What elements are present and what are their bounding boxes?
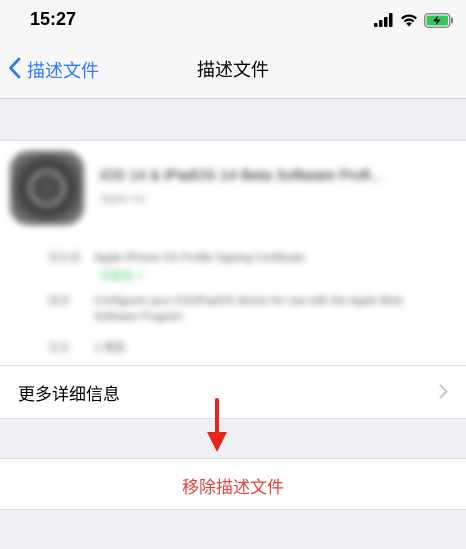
cellular-signal-icon xyxy=(374,13,394,27)
chevron-right-icon xyxy=(439,384,448,403)
profile-summary: iOS 14 & iPadOS 14 Beta Software Profi..… xyxy=(0,141,466,365)
verified-status: 已验证 ✓ xyxy=(100,270,144,282)
detail-row-contains: 包含 1 项目 xyxy=(48,339,125,355)
annotation-arrow-down-icon xyxy=(203,398,231,458)
screen: 15:27 描述文件 描述文件 iOS 14 & iPadOS 14 Beta … xyxy=(0,0,466,549)
profile-name: iOS 14 & iPadOS 14 Beta Software Profi..… xyxy=(100,167,383,184)
status-time: 15:27 xyxy=(30,9,77,29)
detail-value: Apple iPhone OS Profile Signing Certific… xyxy=(94,252,305,264)
more-details-row[interactable]: 更多详细信息 xyxy=(0,365,466,418)
detail-value: Configures your iOS/iPadOS device for us… xyxy=(94,295,403,323)
page-title: 描述文件 xyxy=(197,60,269,81)
wifi-icon xyxy=(400,13,418,27)
detail-row-signed-by: 签名者 Apple iPhone OS Profile Signing Certi… xyxy=(48,249,305,265)
detail-value: 1 项目 xyxy=(94,342,126,354)
profile-settings-icon xyxy=(10,151,84,225)
detail-key: 描述 xyxy=(48,295,70,307)
navigation-bar: 描述文件 描述文件 xyxy=(0,42,466,99)
more-details-label: 更多详细信息 xyxy=(18,385,120,405)
status-bar: 15:27 xyxy=(0,0,466,42)
detail-row-description: 描述 Configures your iOS/iPadOS device for … xyxy=(48,293,428,325)
status-icons xyxy=(368,11,454,29)
profile-card: iOS 14 & iPadOS 14 Beta Software Profi..… xyxy=(0,140,466,419)
remove-profile-button[interactable]: 移除描述文件 xyxy=(0,458,466,510)
detail-key: 签名者 xyxy=(48,252,81,264)
remove-profile-label: 移除描述文件 xyxy=(182,478,284,498)
detail-key: 包含 xyxy=(48,342,70,354)
profile-organization: Apple Inc. xyxy=(100,193,149,205)
battery-charging-icon xyxy=(424,12,454,28)
